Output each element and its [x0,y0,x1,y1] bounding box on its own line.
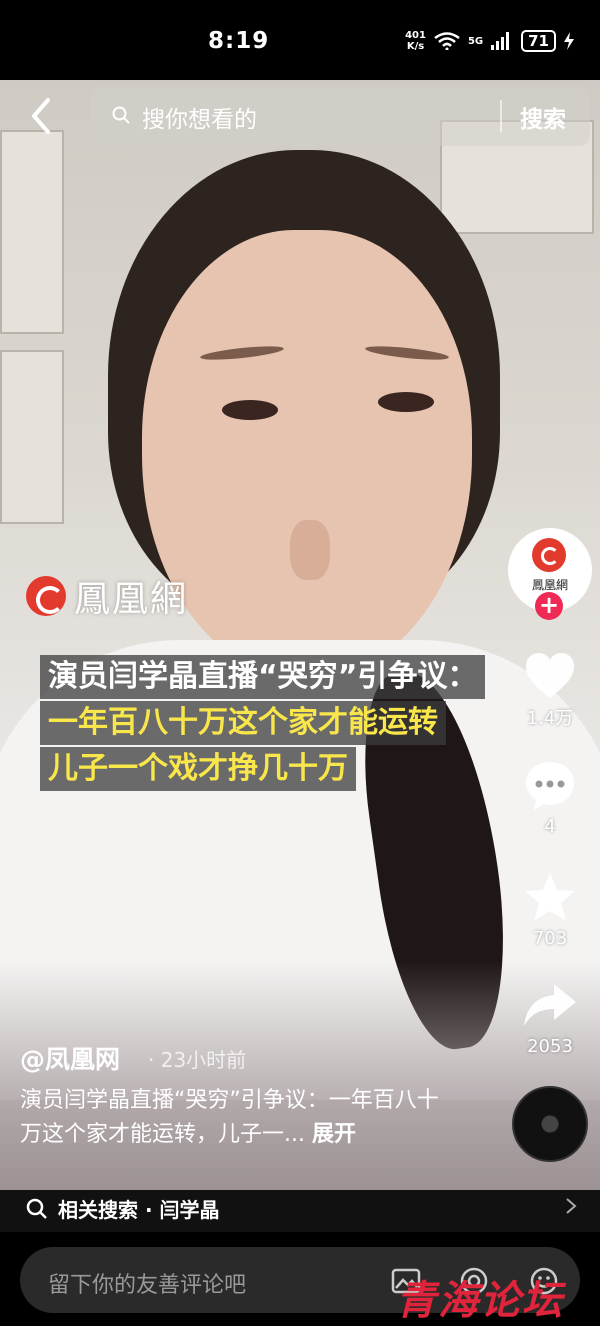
post-time: · 23小时前 [148,1048,247,1072]
video-caption: 演员闫学晶直播“哭穷”引争议： 一年百八十万这个家才能运转 儿子一个戏才挣几十万 [40,655,570,793]
background-cabinet [0,130,64,334]
search-button[interactable]: 搜索 [520,100,566,134]
person-face [142,230,472,680]
phoenix-watermark: 鳳凰網 [26,570,188,622]
status-indicators: 401 K/s 5G 71 [405,30,574,52]
site-watermark: 青海论坛 [396,1278,564,1324]
battery-level: 71 [521,30,556,52]
nose [290,520,330,580]
signal-icon [491,32,510,50]
related-search-bar[interactable]: 相关搜索 · 闫学晶 [0,1190,600,1232]
network-speed: 401 K/s [405,30,426,52]
caption-line-2: 一年百八十万这个家才能运转 [40,701,446,745]
chevron-right-icon [566,1198,577,1214]
favorite-count: 703 [532,928,568,949]
wifi-icon [434,32,460,50]
heart-icon[interactable] [522,648,578,704]
search-input[interactable]: 搜你想看的 [142,100,257,134]
charging-icon [564,32,574,50]
status-bar: 8:19 401 K/s 5G 71 [0,0,600,80]
search-icon [112,106,130,124]
description-text: 演员闫学晶直播“哭穷”引争议：一年百八十万这个家才能运转，儿子一... [20,1088,439,1147]
background-cabinet [0,350,64,524]
search-icon [26,1198,47,1219]
music-disc-icon[interactable] [512,1086,588,1162]
eye [222,400,278,420]
star-icon[interactable] [522,870,578,926]
phoenix-logo-icon [26,576,66,616]
video-player[interactable] [0,80,600,1190]
comment-icon[interactable] [522,758,578,814]
search-divider [500,100,502,132]
caption-line-3: 儿子一个戏才挣几十万 [40,747,356,791]
share-count: 2053 [527,1036,573,1057]
search-bar[interactable]: 搜你想看的 搜索 [90,86,590,146]
post-description: 演员闫学晶直播“哭穷”引争议：一年百八十万这个家才能运转，儿子一... 展开 [20,1084,460,1152]
network-type: 5G [467,35,484,47]
author-name[interactable]: @凤凰网 [20,1040,120,1076]
eye [378,392,434,412]
share-icon[interactable] [522,978,578,1034]
comment-count: 4 [544,816,556,837]
phoenix-logo-icon [532,538,566,572]
like-count: 1.4万 [526,708,574,729]
comment-placeholder: 留下你的友善评论吧 [48,1273,247,1298]
status-time: 8:19 [208,28,270,54]
caption-line-1: 演员闫学晶直播“哭穷”引争议： [40,655,486,699]
related-search-label: 相关搜索 · 闫学晶 [58,1198,220,1222]
follow-button[interactable]: + [535,592,563,620]
expand-button[interactable]: 展开 [312,1122,356,1147]
back-icon[interactable] [24,94,60,138]
watermark-text: 鳳凰網 [74,579,189,620]
